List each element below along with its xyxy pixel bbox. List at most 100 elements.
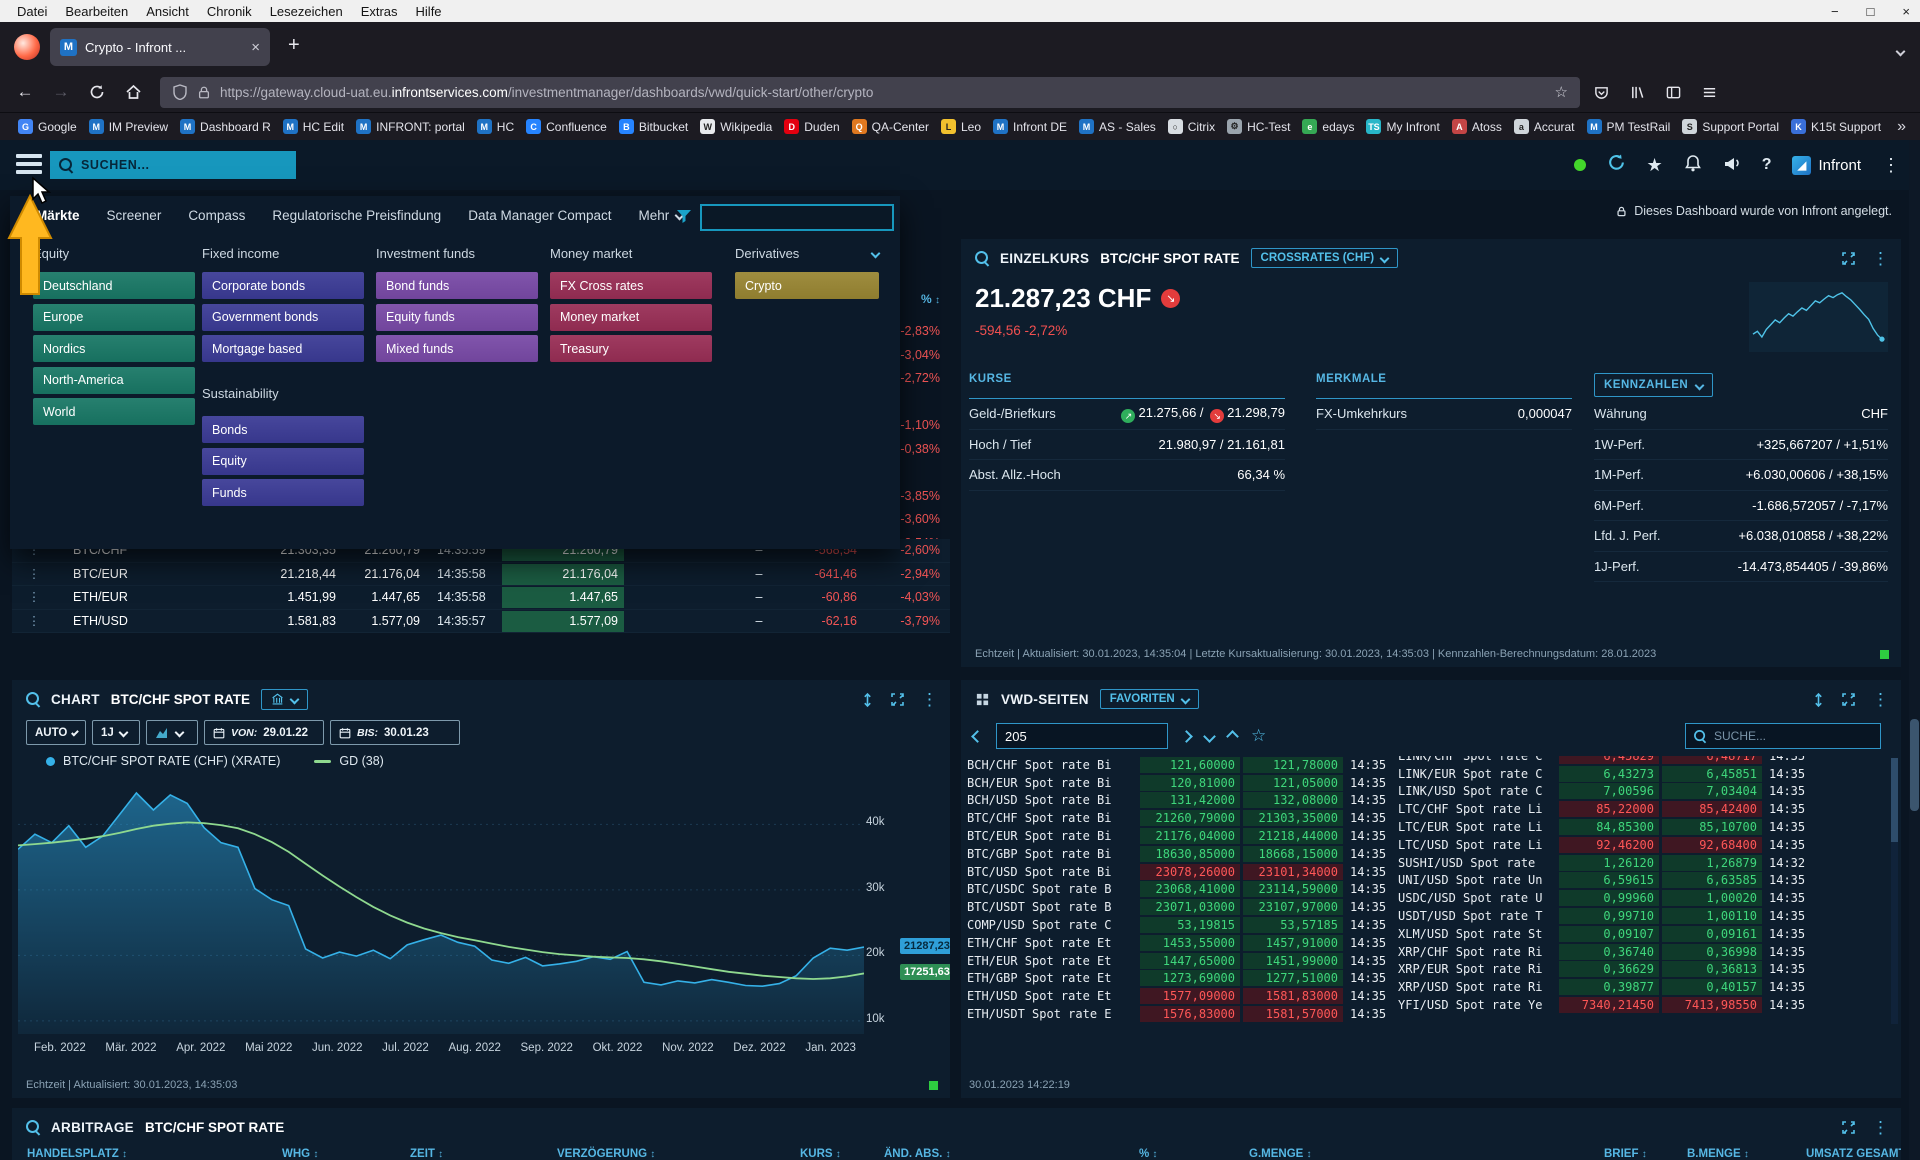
price-chart[interactable]	[18, 772, 864, 1034]
vwd-row[interactable]: BTC/USDT Spot rate B23071,0300023107,970…	[967, 898, 1398, 916]
tab-list-chevron-icon[interactable]	[1897, 42, 1904, 60]
bookmark-k15t-support[interactable]: KK15t Support	[1785, 115, 1887, 139]
crossrates-selector-button[interactable]: CROSSRATES (CHF)	[1251, 248, 1399, 268]
bookmark-accurat[interactable]: aAccurat	[1508, 115, 1581, 139]
page-number-input[interactable]	[996, 723, 1168, 749]
bookmark-atoss[interactable]: AAtoss	[1446, 115, 1508, 139]
arbitrage-column-verz-gerung[interactable]: VERZÖGERUNG ↕	[557, 1148, 655, 1160]
next-page-icon[interactable]	[1180, 730, 1193, 743]
menu-item-bond-funds[interactable]: Bond funds	[376, 272, 538, 299]
panel-symbol[interactable]: BTC/CHF SPOT RATE	[111, 692, 250, 707]
menu-item-money-market[interactable]: Money market	[550, 304, 712, 331]
row-menu-icon[interactable]: ⋮	[26, 610, 42, 634]
arbitrage-column-brief[interactable]: BRIEF ↕	[1604, 1148, 1647, 1160]
arbitrage-column-whg[interactable]: WHG ↕	[282, 1148, 318, 1160]
vwd-row[interactable]: BCH/USD Spot rate Bi131,42000132,0800014…	[967, 792, 1398, 810]
padlock-icon[interactable]	[197, 85, 211, 100]
vwd-row[interactable]: LTC/USD Spot rate Li92,4620092,6840014:3…	[1398, 836, 1817, 854]
panel-kebab-icon[interactable]: ⋮	[1872, 1118, 1889, 1138]
menubar-item-ansicht[interactable]: Ansicht	[137, 4, 198, 19]
back-button[interactable]: ←	[10, 77, 40, 107]
vwd-row[interactable]: BCH/EUR Spot rate Bi120,81000121,0500014…	[967, 774, 1398, 792]
vwd-row[interactable]: BTC/GBP Spot rate Bi18630,8500018668,150…	[967, 845, 1398, 863]
menu-item-equity-funds[interactable]: Equity funds	[376, 304, 538, 331]
menu-item-government-bonds[interactable]: Government bonds	[202, 304, 364, 331]
watchlist-row[interactable]: ⋮ETH/USD1.581,831.577,0914:35:571.577,09…	[12, 610, 950, 634]
menu-item-bonds[interactable]: Bonds	[202, 416, 364, 443]
bookmark-citrix[interactable]: ○Citrix	[1162, 115, 1221, 139]
arbitrage-search-icon[interactable]	[26, 1120, 40, 1134]
vwd-row[interactable]: XLM/USD Spot rate St0,091070,0916114:35	[1398, 925, 1817, 943]
hamburger-menu-icon[interactable]	[16, 154, 42, 176]
menu-tab-data-manager-compact[interactable]: Data Manager Compact	[468, 208, 611, 223]
expand-icon[interactable]	[1841, 692, 1857, 708]
bookmark-leo[interactable]: LLeo	[935, 115, 987, 139]
link-channel-icon[interactable]	[860, 692, 875, 708]
chart-search-icon[interactable]	[26, 692, 40, 706]
reload-button[interactable]	[82, 77, 112, 107]
period-dropdown[interactable]: 1J	[92, 720, 140, 745]
menu-item-mixed-funds[interactable]: Mixed funds	[376, 335, 538, 362]
arbitrage-column-b-menge[interactable]: B.MENGE ↕	[1687, 1148, 1749, 1160]
panel-scrollbar[interactable]	[1891, 758, 1898, 1024]
vwd-row[interactable]: LTC/CHF Spot rate Li85,2200085,4240014:3…	[1398, 800, 1817, 818]
bookmark-wikipedia[interactable]: WWikipedia	[694, 115, 778, 139]
menu-item-fx-cross-rates[interactable]: FX Cross rates	[550, 272, 712, 299]
panel-kebab-icon[interactable]: ⋮	[921, 690, 938, 710]
menu-item-north-america[interactable]: North-America	[33, 367, 195, 394]
vwd-row[interactable]: BTC/EUR Spot rate Bi21176,0400021218,440…	[967, 827, 1398, 845]
bookmarks-overflow-chevron[interactable]: »	[1897, 118, 1906, 136]
menu-item-equity[interactable]: Equity	[202, 448, 364, 475]
bookmark-my-infront[interactable]: TSMy Infront	[1360, 115, 1445, 139]
panel-kebab-icon[interactable]: ⋮	[1872, 690, 1889, 710]
window-close-button[interactable]: ×	[1902, 4, 1910, 19]
vwd-row[interactable]: XRP/CHF Spot rate Ri0,367400,3699814:35	[1398, 943, 1817, 961]
bookmark-infront-portal[interactable]: MINFRONT: portal	[350, 115, 471, 139]
vwd-row[interactable]: BTC/CHF Spot rate Bi21260,7900021303,350…	[967, 809, 1398, 827]
arbitrage-column-g-menge[interactable]: G.MENGE ↕	[1249, 1148, 1312, 1160]
watchlist-row[interactable]: ⋮ETH/EUR1.451,991.447,6514:35:581.447,65…	[12, 586, 950, 610]
toolbar-kebab-icon[interactable]: ⋮	[1882, 155, 1900, 176]
favorites-star-icon[interactable]: ★	[1647, 155, 1663, 176]
home-button[interactable]	[118, 77, 148, 107]
tab-close-icon[interactable]: ×	[251, 39, 260, 56]
bookmark-bitbucket[interactable]: BBitbucket	[613, 115, 694, 139]
menu-item-mortgage-based[interactable]: Mortgage based	[202, 335, 364, 362]
menu-item-nordics[interactable]: Nordics	[33, 335, 195, 362]
menubar-item-datei[interactable]: Datei	[8, 4, 56, 19]
favorite-star-icon[interactable]: ☆	[1251, 726, 1266, 746]
panel-symbol[interactable]: BTC/CHF SPOT RATE	[145, 1120, 284, 1135]
menu-item-corporate-bonds[interactable]: Corporate bonds	[202, 272, 364, 299]
vwd-row[interactable]: ETH/GBP Spot rate Et1273,690001277,51000…	[967, 970, 1398, 988]
vwd-row[interactable]: BTC/USD Spot rate Bi23078,2600023101,340…	[967, 863, 1398, 881]
save-to-pocket-icon[interactable]	[1586, 77, 1616, 107]
new-tab-button[interactable]: +	[288, 34, 300, 57]
arbitrage-column-handelsplatz[interactable]: HANDELSPLATZ ↕	[27, 1148, 127, 1160]
vwd-row[interactable]: SUSHI/USD Spot rate1,261201,2687914:32	[1398, 854, 1817, 872]
menubar-item-extras[interactable]: Extras	[352, 4, 407, 19]
menu-filter-input[interactable]	[700, 204, 894, 231]
date-from-picker[interactable]: VON:29.01.22	[204, 720, 324, 745]
window-maximize-button[interactable]: □	[1867, 4, 1875, 19]
bookmark-pm-testrail[interactable]: MPM TestRail	[1581, 115, 1677, 139]
window-minimize-button[interactable]: −	[1831, 4, 1839, 19]
chart-type-dropdown[interactable]	[146, 720, 198, 745]
app-menu-icon[interactable]	[1694, 77, 1724, 107]
favorites-selector-button[interactable]: FAVORITEN	[1100, 689, 1199, 709]
menu-item-treasury[interactable]: Treasury	[550, 335, 712, 362]
expand-icon[interactable]	[1841, 1120, 1857, 1136]
bookmark-google[interactable]: GGoogle	[12, 115, 83, 139]
address-bar[interactable]: https://gateway.cloud-uat.eu.infrontserv…	[160, 77, 1580, 108]
bookmark-confluence[interactable]: CConfluence	[520, 115, 613, 139]
announcements-megaphone-icon[interactable]	[1723, 154, 1741, 177]
prev-page-icon[interactable]	[971, 730, 984, 743]
bookmark-hc[interactable]: MHC	[471, 115, 520, 139]
menu-item-crypto[interactable]: Crypto	[735, 272, 879, 299]
menu-item-funds[interactable]: Funds	[202, 479, 364, 506]
vwd-row[interactable]: ETH/CHF Spot rate Et1453,550001457,91000…	[967, 934, 1398, 952]
row-menu-icon[interactable]: ⋮	[26, 563, 42, 587]
sidebar-toggle-icon[interactable]	[1658, 77, 1688, 107]
bookmark-support-portal[interactable]: SSupport Portal	[1676, 115, 1785, 139]
help-icon[interactable]: ?	[1762, 156, 1772, 174]
vwd-row[interactable]: USDC/USD Spot rate U0,999601,0002014:35	[1398, 889, 1817, 907]
